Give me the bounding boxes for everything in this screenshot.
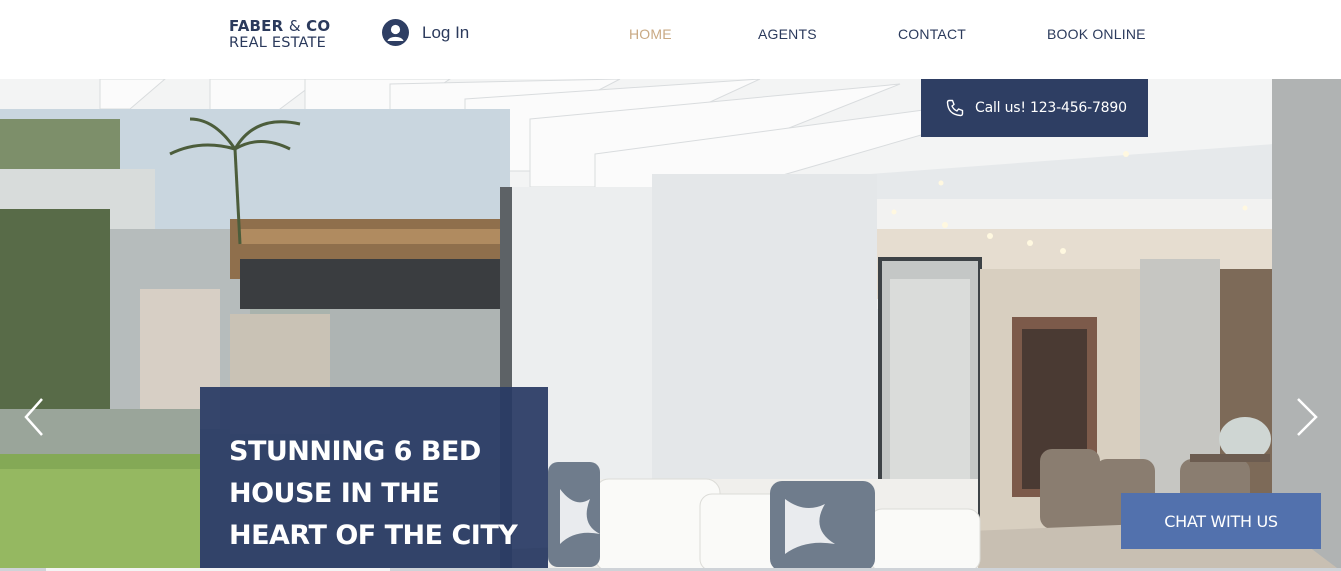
user-avatar-icon: [382, 19, 409, 46]
nav-agents[interactable]: AGENTS: [758, 26, 817, 42]
call-us-label: Call us! 123-456-7890: [975, 100, 1127, 116]
chevron-right-icon[interactable]: [1294, 397, 1320, 437]
logo-subtitle: REAL ESTATE: [229, 35, 326, 51]
nav-book-online[interactable]: BOOK ONLINE: [1047, 26, 1146, 42]
site-header: FABER & CO REAL ESTATE Log In HOME AGENT…: [0, 0, 1341, 79]
logo-ampersand: &: [288, 17, 301, 35]
headline: STUNNING 6 BED HOUSE IN THE HEART OF THE…: [229, 436, 518, 551]
nav-home[interactable]: HOME: [629, 26, 672, 42]
login-button[interactable]: Log In: [382, 19, 469, 46]
logo-faber: FABER: [229, 17, 284, 35]
chevron-left-icon[interactable]: [22, 397, 48, 437]
headline-panel: STUNNING 6 BED HOUSE IN THE HEART OF THE…: [200, 387, 548, 571]
chat-label: CHAT WITH US: [1164, 511, 1278, 531]
phone-icon: [946, 99, 964, 117]
logo[interactable]: FABER & CO REAL ESTATE: [229, 18, 330, 52]
call-us-button[interactable]: Call us! 123-456-7890: [921, 79, 1148, 137]
logo-co: CO: [306, 17, 331, 35]
chat-with-us-button[interactable]: CHAT WITH US: [1121, 493, 1321, 549]
login-label: Log In: [422, 22, 470, 42]
nav-contact[interactable]: CONTACT: [898, 26, 966, 42]
